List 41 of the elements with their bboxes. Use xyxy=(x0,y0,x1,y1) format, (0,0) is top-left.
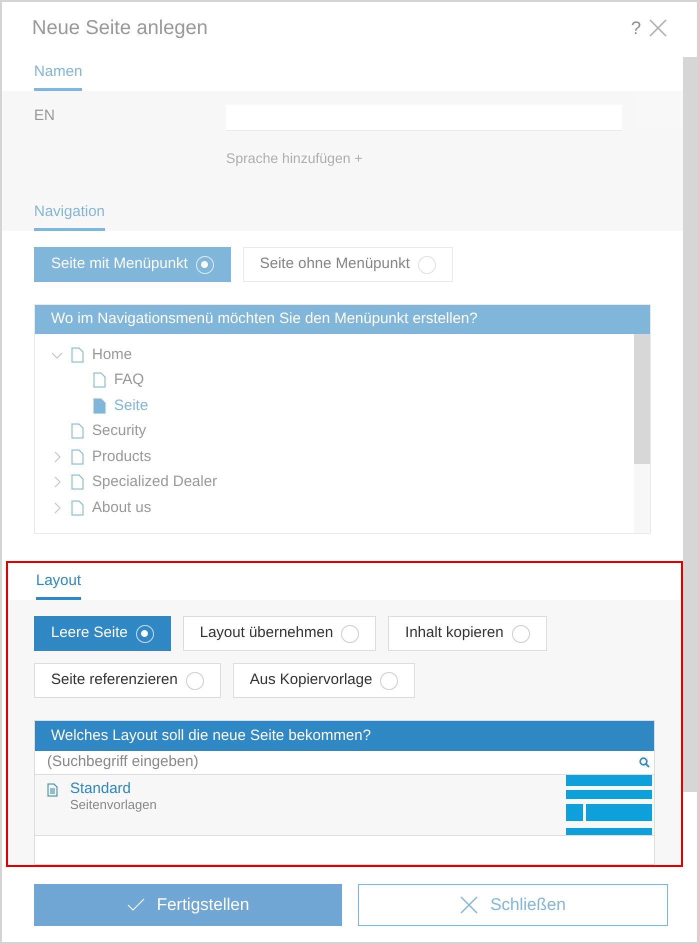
tree-item[interactable]: Home xyxy=(92,344,132,366)
page-icon xyxy=(71,346,84,363)
tree-item[interactable]: Products xyxy=(92,446,152,468)
option-button[interactable]: Seite mit Menüpunkt xyxy=(34,247,231,282)
page-icon xyxy=(93,398,106,414)
close-button[interactable]: Schließen xyxy=(358,884,668,926)
tree-item[interactable]: Specialized Dealer xyxy=(92,471,218,494)
option-button[interactable]: Seite referenzieren xyxy=(34,663,221,698)
tree-header: Wo im Navigationsmenü möchten Sie den Menüpunkt erstellen? xyxy=(35,305,650,334)
tree-item[interactable]: Seite xyxy=(114,394,148,417)
check-icon xyxy=(126,898,145,912)
add-language-link[interactable]: Sprache hinzufügen + xyxy=(226,148,363,169)
close-icon[interactable] xyxy=(649,19,667,37)
option-button[interactable]: Leere Seite xyxy=(34,616,171,651)
tree-item[interactable]: About us xyxy=(92,496,152,519)
tree-item[interactable]: Security xyxy=(92,420,146,442)
scrollbar[interactable] xyxy=(683,57,697,792)
layout-list-header: Welches Layout soll die neue Seite bekommen? xyxy=(35,721,654,751)
page-icon xyxy=(71,423,84,440)
tree-scrollbar[interactable] xyxy=(634,334,650,533)
tree-item[interactable]: FAQ xyxy=(114,369,144,392)
section-tab[interactable]: Namen xyxy=(34,60,82,91)
option-button[interactable]: Seite ohne Menüpunkt xyxy=(242,247,453,282)
option-button[interactable]: Layout übernehmen xyxy=(182,616,376,651)
layout-title: Standard xyxy=(70,781,132,797)
option-button[interactable]: Inhalt kopieren xyxy=(388,616,547,651)
help-button[interactable]: ? xyxy=(630,14,641,42)
layout-list-item[interactable]: Standard Seitenvorlagen xyxy=(35,775,654,836)
search-icon[interactable] xyxy=(639,757,650,768)
section-tab[interactable]: Navigation xyxy=(34,200,105,231)
page-icon xyxy=(71,474,84,490)
dialog-title: Neue Seite anlegen xyxy=(32,16,208,41)
page-icon xyxy=(71,448,84,465)
search-input[interactable]: (Suchbegriff eingeben) xyxy=(47,751,639,774)
document-icon xyxy=(47,783,58,797)
close-icon xyxy=(460,896,478,914)
language-label: EN xyxy=(34,106,56,126)
layout-subtitle: Seitenvorlagen xyxy=(70,797,157,813)
page-icon xyxy=(93,372,106,388)
page-icon xyxy=(71,500,84,516)
option-button[interactable]: Aus Kopiervorlage xyxy=(232,663,416,698)
